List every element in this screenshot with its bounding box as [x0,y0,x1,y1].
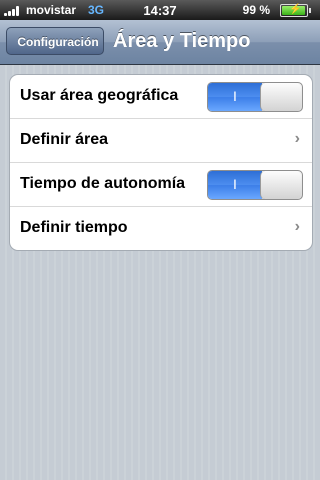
clock: 14:37 [143,3,177,18]
settings-row-label: Definir tiempo [20,219,128,236]
page-title: Área y Tiempo [113,30,251,52]
toggle-on-indicator: I [208,83,262,111]
back-button[interactable]: Configuración [6,27,104,55]
battery-icon: ⚡ [280,4,311,17]
settings-row-label: Tiempo de autonomía [20,175,186,192]
settings-row-definir-area[interactable]: Definir área › [10,119,312,163]
charging-bolt-icon: ⚡ [289,4,302,15]
settings-row-usar-area: Usar área geográfica I [10,75,312,119]
toggle-on-indicator: I [208,171,262,199]
settings-row-label: Definir área [20,131,109,148]
settings-group: Usar área geográfica I Definir área › Ti… [9,74,313,251]
battery-percentage: 99 % [242,3,270,17]
usar-area-toggle[interactable]: I [207,82,303,112]
tiempo-autonomia-toggle[interactable]: I [207,170,303,200]
settings-row-label: Usar área geográfica [20,87,179,104]
status-bar: movistar 3G 14:37 99 % ⚡ [0,0,320,20]
chevron-right-icon: › [294,130,300,147]
chevron-right-icon: › [294,218,300,235]
settings-row-tiempo-autonomia: Tiempo de autonomía I [10,163,312,207]
navigation-bar: Configuración Área y Tiempo [0,20,320,65]
toggle-knob [260,83,301,111]
settings-row-definir-tiempo[interactable]: Definir tiempo › [10,207,312,250]
toggle-knob [260,171,301,199]
